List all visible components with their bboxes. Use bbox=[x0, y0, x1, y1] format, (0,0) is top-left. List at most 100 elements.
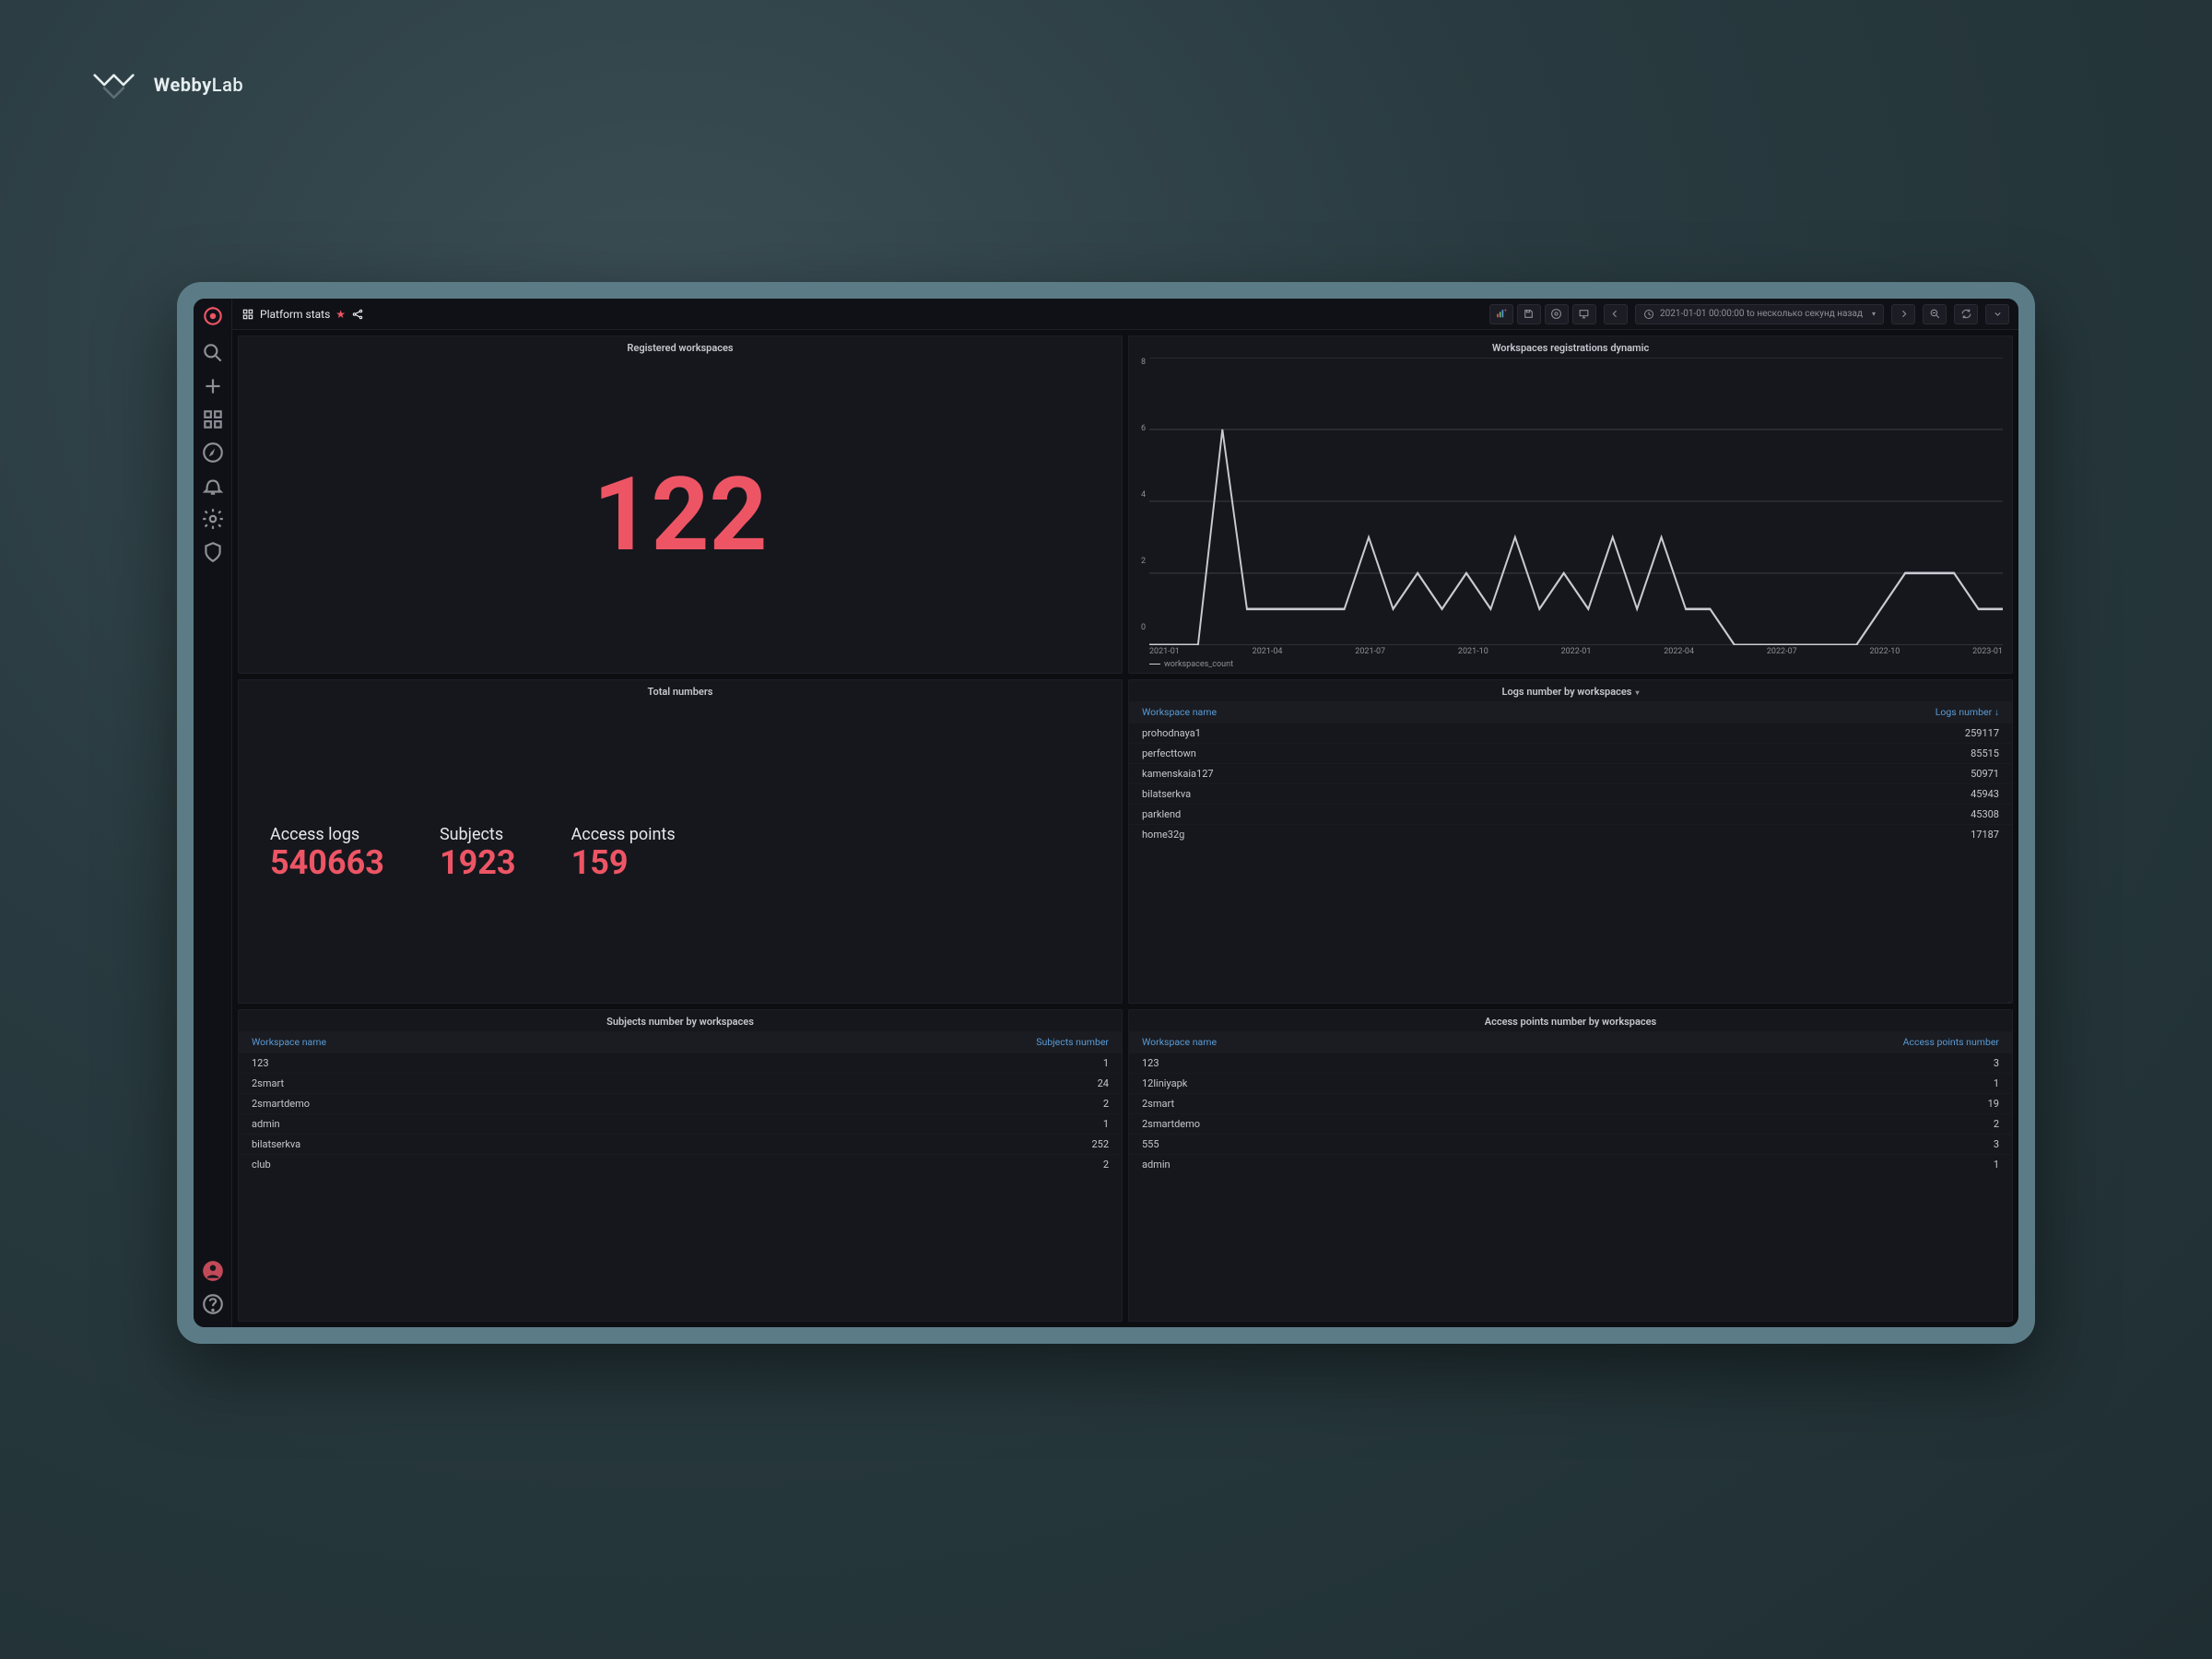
cell-name: 555 bbox=[1142, 1138, 1159, 1150]
cell-name: 12liniyapk bbox=[1142, 1077, 1187, 1089]
totals-row: Access logs 540663 Subjects 1923 Access po… bbox=[239, 701, 1122, 1004]
table-row[interactable]: 555 3 bbox=[1129, 1134, 2012, 1154]
webbylab-mark-icon bbox=[93, 70, 141, 100]
table-row[interactable]: 2smartdemo 2 bbox=[1129, 1113, 2012, 1134]
help-icon[interactable] bbox=[201, 1292, 225, 1316]
avatar-icon[interactable] bbox=[201, 1259, 225, 1283]
total-value: 540663 bbox=[270, 846, 384, 879]
table-row[interactable]: bilatserkva 252 bbox=[239, 1134, 1122, 1154]
table-row[interactable]: kamenskaia12750971 bbox=[1129, 763, 2012, 783]
cell-name: kamenskaia127 bbox=[1142, 768, 1214, 780]
app-screen: Platform stats ★ + 2021-01-01 00: bbox=[194, 299, 2018, 1327]
search-icon[interactable] bbox=[201, 341, 225, 365]
table-row[interactable]: 2smartdemo 2 bbox=[239, 1093, 1122, 1113]
table-row[interactable]: home32g17187 bbox=[1129, 824, 2012, 844]
registered-workspaces-value: 122 bbox=[239, 358, 1122, 673]
plus-icon[interactable] bbox=[201, 374, 225, 398]
total-label: Access logs bbox=[270, 825, 384, 844]
chart-y-labels: 86420 bbox=[1133, 358, 1149, 645]
breadcrumb[interactable]: Platform stats ★ bbox=[241, 308, 364, 321]
panel-registrations-dynamic: Workspaces registrations dynamic 86420 2… bbox=[1128, 335, 2013, 674]
add-panel-icon[interactable]: + bbox=[1489, 304, 1513, 324]
refresh-icon[interactable] bbox=[1954, 304, 1978, 324]
gear-icon[interactable] bbox=[201, 507, 225, 531]
panel-title[interactable]: Logs number by workspaces▾ bbox=[1129, 680, 2012, 701]
cell-value: 1 bbox=[1994, 1159, 1999, 1171]
time-range-label: 2021-01-01 00:00:00 to несколько секунд … bbox=[1660, 309, 1863, 319]
cell-name: prohodnaya1 bbox=[1142, 727, 1201, 739]
panel-logs-by-workspace: Logs number by workspaces▾ Workspace nam… bbox=[1128, 679, 2013, 1005]
cell-value: 1 bbox=[1994, 1077, 1999, 1089]
cell-value: 19 bbox=[1988, 1098, 1999, 1110]
cell-value: 252 bbox=[1091, 1138, 1109, 1150]
panel-access-points-by-workspace: Access points number by workspaces Works… bbox=[1128, 1009, 2013, 1322]
cell-name: bilatserkva bbox=[1142, 788, 1191, 800]
table-row[interactable]: 1233 bbox=[1129, 1053, 2012, 1073]
panel-title: Access points number by workspaces bbox=[1129, 1010, 2012, 1031]
table-row[interactable]: prohodnaya1259117 bbox=[1129, 723, 2012, 743]
cell-name: 2smartdemo bbox=[1142, 1118, 1200, 1130]
table-header[interactable]: Workspace name Subjects number bbox=[239, 1031, 1122, 1053]
chart-legend: workspaces_count bbox=[1133, 656, 2003, 669]
total-item: Subjects 1923 bbox=[440, 825, 516, 879]
shield-icon[interactable] bbox=[201, 540, 225, 564]
time-back-icon[interactable] bbox=[1604, 304, 1628, 324]
cell-name: 2smart bbox=[1142, 1098, 1174, 1110]
table-header[interactable]: Workspace name Access points number bbox=[1129, 1031, 2012, 1053]
table-row[interactable]: parklend45308 bbox=[1129, 804, 2012, 824]
total-item: Access points 159 bbox=[571, 825, 676, 879]
panel-title: Subjects number by workspaces bbox=[239, 1010, 1122, 1031]
col-workspace-name[interactable]: Workspace name bbox=[252, 1036, 326, 1048]
cell-name: bilatserkva bbox=[252, 1138, 300, 1150]
col-ap-number[interactable]: Access points number bbox=[1903, 1036, 1999, 1048]
col-workspace-name[interactable]: Workspace name bbox=[1142, 1036, 1217, 1048]
total-value: 159 bbox=[571, 846, 676, 879]
cell-value: 24 bbox=[1098, 1077, 1109, 1089]
table-row[interactable]: admin1 bbox=[239, 1113, 1122, 1134]
save-icon[interactable] bbox=[1517, 304, 1541, 324]
cell-name: admin bbox=[1142, 1159, 1171, 1171]
cell-value: 85515 bbox=[1971, 747, 1999, 759]
time-forward-icon[interactable] bbox=[1891, 304, 1915, 324]
table-row[interactable]: 1231 bbox=[239, 1053, 1122, 1073]
table-row[interactable]: admin 1 bbox=[1129, 1154, 2012, 1174]
chevron-down-icon: ▾ bbox=[1635, 688, 1639, 697]
col-logs-number[interactable]: Logs number ↓ bbox=[1936, 706, 1999, 718]
monitor-icon[interactable] bbox=[1572, 304, 1596, 324]
legend-label: workspaces_count bbox=[1164, 660, 1233, 669]
topbar: Platform stats ★ + 2021-01-01 00: bbox=[232, 299, 2018, 330]
tablet-frame: Platform stats ★ + 2021-01-01 00: bbox=[177, 282, 2035, 1344]
table-header[interactable]: Workspace name Logs number ↓ bbox=[1129, 701, 2012, 723]
table-row[interactable]: 2smart 19 bbox=[1129, 1093, 2012, 1113]
col-workspace-name[interactable]: Workspace name bbox=[1142, 706, 1217, 718]
time-range-picker[interactable]: 2021-01-01 00:00:00 to несколько секунд … bbox=[1635, 304, 1884, 324]
chart-x-labels: 2021-012021-042021-072021-102022-012022-… bbox=[1133, 645, 2003, 656]
panel-title: Total numbers bbox=[239, 680, 1122, 701]
chart-plot-area[interactable] bbox=[1149, 358, 2003, 645]
share-icon[interactable] bbox=[351, 308, 364, 321]
explore-icon[interactable] bbox=[201, 441, 225, 465]
bell-icon[interactable] bbox=[201, 474, 225, 498]
cell-value: 3 bbox=[1994, 1057, 1999, 1069]
cell-name: 2smartdemo bbox=[252, 1098, 310, 1110]
svg-text:+: + bbox=[1504, 308, 1507, 313]
table-row[interactable]: bilatserkva45943 bbox=[1129, 783, 2012, 804]
total-value: 1923 bbox=[440, 846, 516, 879]
grafana-logo-icon[interactable] bbox=[201, 304, 225, 328]
zoom-out-icon[interactable] bbox=[1923, 304, 1947, 324]
cell-value: 3 bbox=[1994, 1138, 1999, 1150]
cell-value: 2 bbox=[1103, 1098, 1109, 1110]
table-row[interactable]: perfecttown85515 bbox=[1129, 743, 2012, 763]
star-icon[interactable]: ★ bbox=[335, 308, 346, 321]
cell-value: 2 bbox=[1994, 1118, 1999, 1130]
cell-value: 1 bbox=[1103, 1057, 1109, 1069]
resize-handle-icon[interactable] bbox=[2003, 994, 2010, 1001]
chevron-down-icon: ▾ bbox=[1872, 310, 1876, 318]
table-row[interactable]: 2smart24 bbox=[239, 1073, 1122, 1093]
settings-icon[interactable] bbox=[1545, 304, 1569, 324]
table-row[interactable]: club2 bbox=[239, 1154, 1122, 1174]
refresh-interval-icon[interactable] bbox=[1985, 304, 2009, 324]
table-row[interactable]: 12liniyapk 1 bbox=[1129, 1073, 2012, 1093]
dashboards-icon[interactable] bbox=[201, 407, 225, 431]
col-subjects-number[interactable]: Subjects number bbox=[1036, 1036, 1109, 1048]
